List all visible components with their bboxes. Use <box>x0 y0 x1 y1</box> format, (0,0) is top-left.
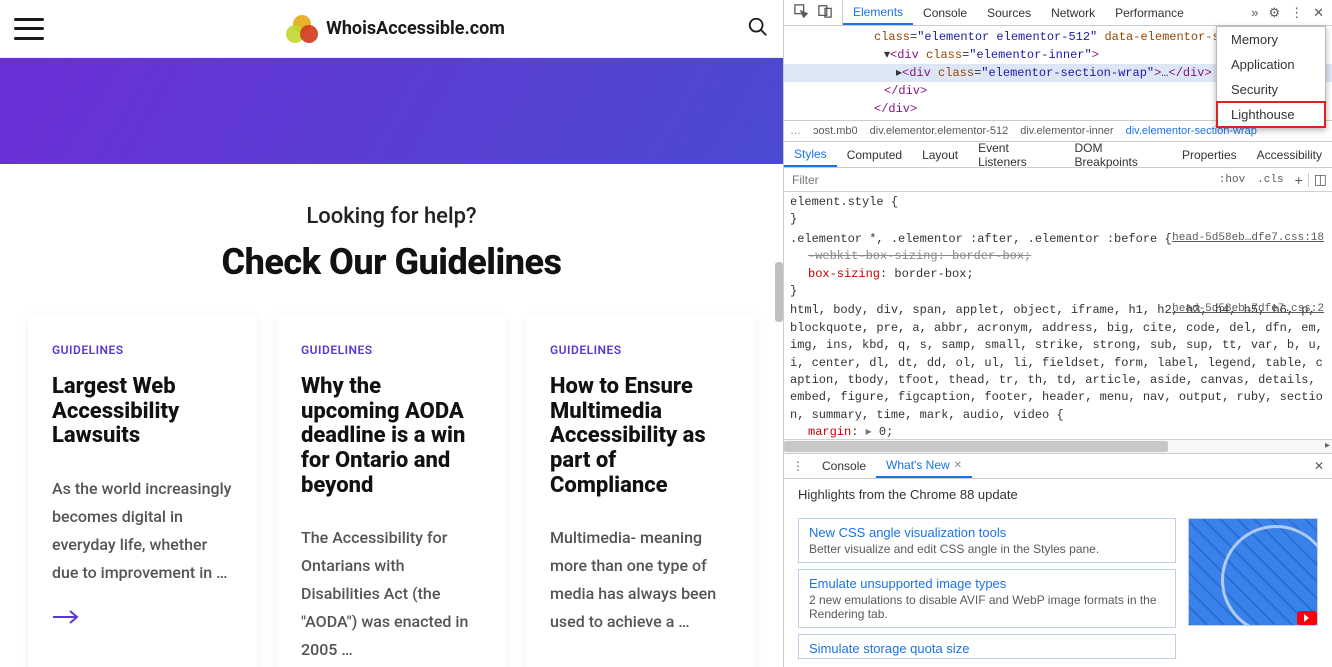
tab-network[interactable]: Network <box>1041 0 1105 25</box>
crumb[interactable]: ɔost.mb0 <box>807 125 864 137</box>
devtools-tab-bar: Elements Console Sources Network Perform… <box>784 0 1332 26</box>
menu-memory[interactable]: Memory <box>1217 27 1325 52</box>
whatsnew-link[interactable]: Simulate storage quota size <box>809 641 969 656</box>
styles-tab-bar: Styles Computed Layout Event Listeners D… <box>784 142 1332 168</box>
card-title: Why the upcoming AODA deadline is a win … <box>301 375 482 498</box>
subtab-accessibility[interactable]: Accessibility <box>1247 142 1332 167</box>
drawer-menu-icon[interactable]: ⋮ <box>784 459 812 473</box>
menu-application[interactable]: Application <box>1217 52 1325 77</box>
close-drawer-icon[interactable]: ✕ <box>1306 459 1332 473</box>
tab-performance[interactable]: Performance <box>1105 0 1194 25</box>
subtab-styles[interactable]: Styles <box>784 142 837 167</box>
play-icon[interactable] <box>1297 611 1317 625</box>
drawer-tab-whatsnew[interactable]: What's New✕ <box>876 454 972 478</box>
guideline-card[interactable]: GUIDELINES Largest Web Accessibility Law… <box>28 315 257 667</box>
card-excerpt: As the world increasingly becomes digita… <box>52 475 233 587</box>
guideline-card[interactable]: GUIDELINES How to Ensure Multimedia Acce… <box>526 315 755 667</box>
crumb-more[interactable]: … <box>784 125 807 137</box>
whatsnew-title: Highlights from the Chrome 88 update <box>798 487 1318 502</box>
card-category: GUIDELINES <box>52 343 233 357</box>
menu-button[interactable] <box>14 18 44 40</box>
card-category: GUIDELINES <box>301 343 482 357</box>
search-icon[interactable] <box>747 16 769 41</box>
brand-name: WhoisAccessible.com <box>326 18 505 39</box>
styles-pane[interactable]: element.style { } head-5d58eb…dfe7.css:1… <box>784 192 1332 439</box>
whatsnew-video-thumb[interactable] <box>1188 518 1318 626</box>
tab-sources[interactable]: Sources <box>977 0 1041 25</box>
toggle-cls[interactable]: .cls <box>1251 174 1289 186</box>
card-excerpt: The Accessibility for Ontarians with Dis… <box>301 524 482 664</box>
card-excerpt: Multimedia- meaning more than one type o… <box>550 524 731 636</box>
drawer-tab-bar: ⋮ Console What's New✕ ✕ <box>784 453 1332 479</box>
whatsnew-item[interactable]: Simulate storage quota size <box>798 634 1176 659</box>
menu-lighthouse[interactable]: Lighthouse <box>1217 102 1325 127</box>
overflow-tabs-menu: Memory Application Security Lighthouse <box>1216 26 1326 128</box>
subtab-layout[interactable]: Layout <box>912 142 968 167</box>
tab-console[interactable]: Console <box>913 0 977 25</box>
card-title: Largest Web Accessibility Lawsuits <box>52 375 233 449</box>
source-link[interactable]: head-5d58eb…dfe7.css:18 <box>1172 231 1324 247</box>
help-subtitle: Looking for help? <box>20 204 763 229</box>
arrow-right-icon[interactable] <box>52 609 233 628</box>
tab-elements[interactable]: Elements <box>843 0 913 25</box>
styles-filter-input[interactable] <box>784 173 1213 187</box>
new-style-rule-button[interactable]: + <box>1290 172 1308 188</box>
subtab-properties[interactable]: Properties <box>1172 142 1247 167</box>
toggle-hov[interactable]: :hov <box>1213 174 1251 186</box>
subtab-event-listeners[interactable]: Event Listeners <box>968 142 1064 167</box>
styles-horizontal-scrollbar[interactable]: ▸ <box>784 439 1332 453</box>
site-logo[interactable]: WhoisAccessible.com <box>286 15 505 43</box>
card-category: GUIDELINES <box>550 343 731 357</box>
guideline-card[interactable]: GUIDELINES Why the upcoming AODA deadlin… <box>277 315 506 667</box>
guidelines-cards: GUIDELINES Largest Web Accessibility Law… <box>0 283 783 667</box>
whatsnew-panel: Highlights from the Chrome 88 update New… <box>784 479 1332 667</box>
subtab-dom-breakpoints[interactable]: DOM Breakpoints <box>1064 142 1171 167</box>
logo-mark-icon <box>286 15 318 43</box>
whatsnew-link[interactable]: New CSS angle visualization tools <box>809 525 1006 540</box>
hero-banner <box>0 58 783 164</box>
more-tabs-button[interactable]: » <box>1251 5 1258 20</box>
source-link[interactable]: head-5d58eb…7dfe7.css:2 <box>1172 302 1324 318</box>
close-icon[interactable]: ✕ <box>954 460 962 471</box>
crumb[interactable]: div.elementor-inner <box>1014 125 1119 137</box>
drawer-tab-console[interactable]: Console <box>812 454 876 478</box>
menu-security[interactable]: Security <box>1217 77 1325 102</box>
card-title: How to Ensure Multimedia Accessibility a… <box>550 375 731 498</box>
kebab-menu-icon[interactable]: ⋮ <box>1290 5 1303 21</box>
crumb[interactable]: div.elementor.elementor-512 <box>864 125 1015 137</box>
subtab-computed[interactable]: Computed <box>837 142 912 167</box>
inspect-element-icon[interactable] <box>794 4 808 21</box>
page-scrollbar[interactable] <box>775 262 783 322</box>
whatsnew-link[interactable]: Emulate unsupported image types <box>809 576 1006 591</box>
settings-icon[interactable]: ⚙ <box>1268 5 1280 21</box>
close-devtools-icon[interactable]: ✕ <box>1313 5 1324 21</box>
styles-pane-menu-icon[interactable]: ◫ <box>1309 171 1332 188</box>
toggle-device-icon[interactable] <box>818 4 832 21</box>
help-title: Check Our Guidelines <box>20 241 763 283</box>
whatsnew-item[interactable]: New CSS angle visualization tools Better… <box>798 518 1176 563</box>
whatsnew-item[interactable]: Emulate unsupported image types 2 new em… <box>798 569 1176 628</box>
